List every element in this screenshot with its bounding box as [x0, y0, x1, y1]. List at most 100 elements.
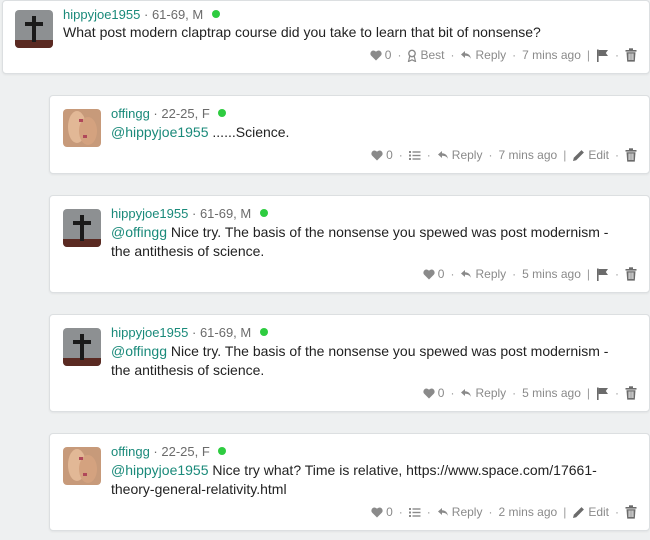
flag-icon[interactable] [596, 49, 609, 62]
avatar[interactable] [15, 10, 53, 48]
reply-icon [460, 269, 472, 279]
reply-button[interactable]: Reply [452, 148, 483, 162]
reply-icon [460, 50, 472, 60]
comment-meta: offingg · 22-25, F [111, 444, 227, 459]
list-icon[interactable] [408, 507, 421, 518]
comment-body-text: Nice try. The basis of the nonsense you … [111, 343, 609, 378]
action-dot: · [615, 148, 619, 162]
avatar[interactable] [63, 109, 101, 147]
comment-meta: offingg · 22-25, F [111, 106, 227, 121]
reply-icon [460, 388, 472, 398]
action-dot: · [398, 148, 403, 162]
mention-link[interactable]: @offingg [111, 343, 167, 359]
pencil-icon [572, 506, 585, 519]
age-sex: 22-25, F [161, 106, 210, 121]
pencil-icon [572, 149, 585, 162]
heart-icon[interactable] [423, 388, 435, 399]
action-divider: | [586, 48, 590, 62]
action-dot: · [397, 48, 402, 62]
comment-meta: hippyjoe1955 · 61-69, M [63, 7, 220, 22]
mention-link[interactable]: @hippyjoe1955 [111, 124, 209, 140]
trash-icon[interactable] [625, 505, 637, 519]
mention-link[interactable]: @hippyjoe1955 [111, 462, 209, 478]
action-dot: · [615, 267, 619, 281]
timestamp: 7 mins ago [522, 48, 581, 62]
cross-avatar-icon [15, 10, 53, 48]
comment-actions: 0 · Reply · 5 mins ago | · [423, 267, 637, 281]
comment-body-text: Nice try. The basis of the nonsense you … [111, 224, 609, 259]
age-sex: 61-69, M [151, 7, 204, 22]
flag-icon[interactable] [596, 268, 609, 281]
online-status-indicator [218, 109, 227, 117]
comment-body-text: ......Science. [208, 124, 290, 140]
comment-card: hippyjoe1955 · 61-69, M What post modern… [2, 0, 650, 74]
like-count: 0 [384, 48, 392, 62]
reply-button[interactable]: Reply [475, 386, 506, 400]
action-dot: · [512, 48, 517, 62]
username-link[interactable]: hippyjoe1955 [111, 325, 188, 340]
avatar[interactable] [63, 447, 101, 485]
online-status-indicator [259, 328, 268, 336]
trash-icon[interactable] [625, 386, 637, 400]
username-link[interactable]: offingg [111, 106, 150, 121]
like-count: 0 [386, 505, 393, 519]
list-icon[interactable] [408, 150, 421, 161]
online-status-indicator [211, 10, 220, 18]
comment-meta: hippyjoe1955 · 61-69, M [111, 206, 268, 221]
reply-button[interactable]: Reply [475, 48, 506, 62]
award-icon [407, 49, 417, 62]
username-link[interactable]: hippyjoe1955 [111, 206, 188, 221]
cross-avatar-icon [63, 209, 101, 247]
action-dot: · [426, 505, 431, 519]
comment-text: What post modern claptrap course did you… [63, 23, 623, 42]
avatar[interactable] [63, 209, 101, 247]
action-divider: | [586, 386, 590, 400]
comment-card: hippyjoe1955 · 61-69, M @offingg Nice tr… [49, 195, 650, 293]
comment-meta: hippyjoe1955 · 61-69, M [111, 325, 268, 340]
username-link[interactable]: hippyjoe1955 [63, 7, 140, 22]
timestamp: 2 mins ago [498, 505, 558, 519]
comment-text: @hippyjoe1955 Nice try what? Time is rel… [111, 461, 631, 499]
hands-avatar-icon [63, 447, 101, 485]
edit-button[interactable]: Edit [588, 148, 609, 162]
action-divider: | [563, 505, 567, 519]
comment-actions: 0 · · Reply · 2 mins ago | Edit · [371, 505, 637, 519]
cross-avatar-icon [63, 328, 101, 366]
trash-icon[interactable] [625, 267, 637, 281]
heart-icon[interactable] [371, 507, 383, 518]
mention-link[interactable]: @offingg [111, 224, 167, 240]
timestamp: 5 mins ago [522, 267, 581, 281]
comment-actions: 0 · · Reply · 7 mins ago | Edit · [371, 148, 637, 162]
action-dot: · [615, 48, 619, 62]
action-dot: · [450, 386, 455, 400]
reply-button[interactable]: Reply [475, 267, 506, 281]
comment-actions: 0 · Reply · 5 mins ago | · [423, 386, 637, 400]
comment-body-text: What post modern claptrap course did you… [63, 24, 541, 40]
like-count: 0 [437, 386, 445, 400]
hands-avatar-icon [63, 109, 101, 147]
meta-separator: · [191, 325, 200, 340]
action-dot: · [488, 505, 493, 519]
username-link[interactable]: offingg [111, 444, 150, 459]
like-count: 0 [437, 267, 445, 281]
trash-icon[interactable] [625, 148, 637, 162]
meta-separator: · [143, 7, 152, 22]
action-dot: · [426, 148, 431, 162]
action-dot: · [450, 267, 455, 281]
edit-button[interactable]: Edit [588, 505, 609, 519]
reply-button[interactable]: Reply [452, 505, 483, 519]
avatar[interactable] [63, 328, 101, 366]
timestamp: 5 mins ago [522, 386, 581, 400]
action-dot: · [512, 267, 517, 281]
comment-text: @offingg Nice try. The basis of the nons… [111, 223, 631, 261]
heart-icon[interactable] [423, 269, 435, 280]
best-button[interactable]: Best [420, 48, 444, 62]
online-status-indicator [259, 209, 268, 217]
heart-icon[interactable] [371, 150, 383, 161]
trash-icon[interactable] [625, 48, 637, 62]
action-dot: · [615, 505, 619, 519]
heart-icon[interactable] [370, 50, 382, 61]
age-sex: 22-25, F [161, 444, 210, 459]
flag-icon[interactable] [596, 387, 609, 400]
action-divider: | [586, 267, 590, 281]
